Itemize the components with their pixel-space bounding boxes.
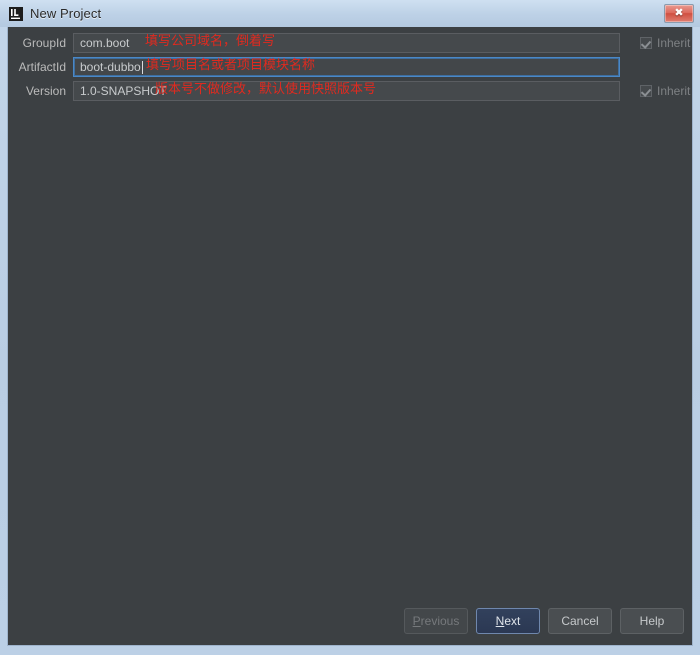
groupid-label: GroupId: [22, 36, 66, 50]
version-inherit-label: Inherit: [657, 84, 691, 98]
groupid-inherit-checkbox[interactable]: Inherit: [640, 34, 690, 52]
form-row-version: Version 1.0-SNAPSHOT 版本号不做修改，默认使用快照版本号 I…: [8, 80, 692, 104]
title-bar[interactable]: New Project ✖: [0, 0, 700, 27]
next-button-label: Next: [495, 614, 521, 628]
artifactid-value: boot-dubbo: [80, 60, 141, 74]
groupid-annotation: 填写公司域名，倒着写: [145, 34, 276, 49]
checkmark-icon: [640, 37, 652, 49]
close-button[interactable]: ✖: [664, 4, 694, 23]
close-icon: ✖: [674, 7, 684, 19]
version-value: 1.0-SNAPSHOT: [80, 84, 167, 98]
next-button[interactable]: Next: [476, 608, 540, 634]
previous-button-label: Previous: [412, 614, 460, 628]
groupid-inherit-label: Inherit: [657, 36, 691, 50]
form-row-artifactid: ArtifactId boot-dubbo 填写项目名或者项目模块名称: [8, 56, 692, 80]
previous-button[interactable]: Previous: [404, 608, 468, 634]
cancel-button-label: Cancel: [561, 614, 599, 628]
cancel-button[interactable]: Cancel: [548, 608, 612, 634]
help-button-label: Help: [639, 614, 665, 628]
checkmark-icon: [640, 85, 652, 97]
intellij-idea-icon: [9, 7, 23, 21]
text-caret: [142, 61, 143, 74]
help-button[interactable]: Help: [620, 608, 684, 634]
new-project-dialog-window: New Project ✖ GroupId com.boot 填写公司域名，倒着…: [0, 0, 700, 655]
dialog-button-bar: Previous Next Cancel Help: [8, 608, 692, 634]
artifactid-label: ArtifactId: [18, 60, 66, 74]
groupid-value: com.boot: [80, 36, 130, 50]
window-title: New Project: [30, 6, 102, 21]
form-row-groupid: GroupId com.boot 填写公司域名，倒着写 Inherit: [8, 32, 692, 56]
version-label: Version: [25, 84, 66, 98]
artifactid-annotation: 填写项目名或者项目模块名称: [146, 58, 316, 73]
version-inherit-checkbox[interactable]: Inherit: [640, 82, 690, 100]
dialog-content-panel: GroupId com.boot 填写公司域名，倒着写 Inherit Arti…: [7, 27, 693, 646]
version-annotation: 版本号不做修改，默认使用快照版本号: [155, 82, 377, 97]
